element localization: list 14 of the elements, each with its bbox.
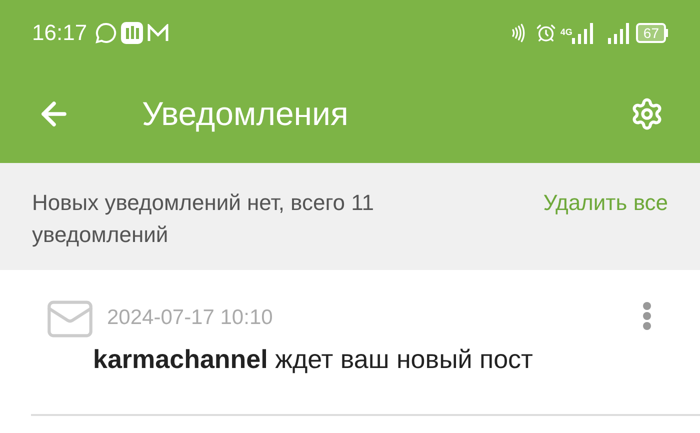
- notification-summary: Новых уведомлений нет, всего 11 уведомлений: [32, 189, 375, 249]
- more-icon: [642, 302, 652, 330]
- notification-item[interactable]: 2024-07-17 10:10 karmachannel ждет ваш новый пост: [31, 270, 700, 416]
- chat-app-icon: [95, 22, 118, 44]
- page-title: Уведомления: [142, 94, 350, 134]
- battery-level: 67: [636, 22, 666, 42]
- status-time: 16:17: [32, 19, 88, 47]
- settings-button[interactable]: [630, 97, 664, 131]
- mail-app-icon: [147, 24, 170, 42]
- alarm-icon: [536, 22, 556, 42]
- notification-date: 2024-07-17 10:10: [107, 305, 274, 331]
- network-type: 4G: [560, 28, 572, 37]
- notification-message: karmachannel ждет ваш новый пост: [93, 342, 534, 376]
- app-icon: [121, 22, 144, 44]
